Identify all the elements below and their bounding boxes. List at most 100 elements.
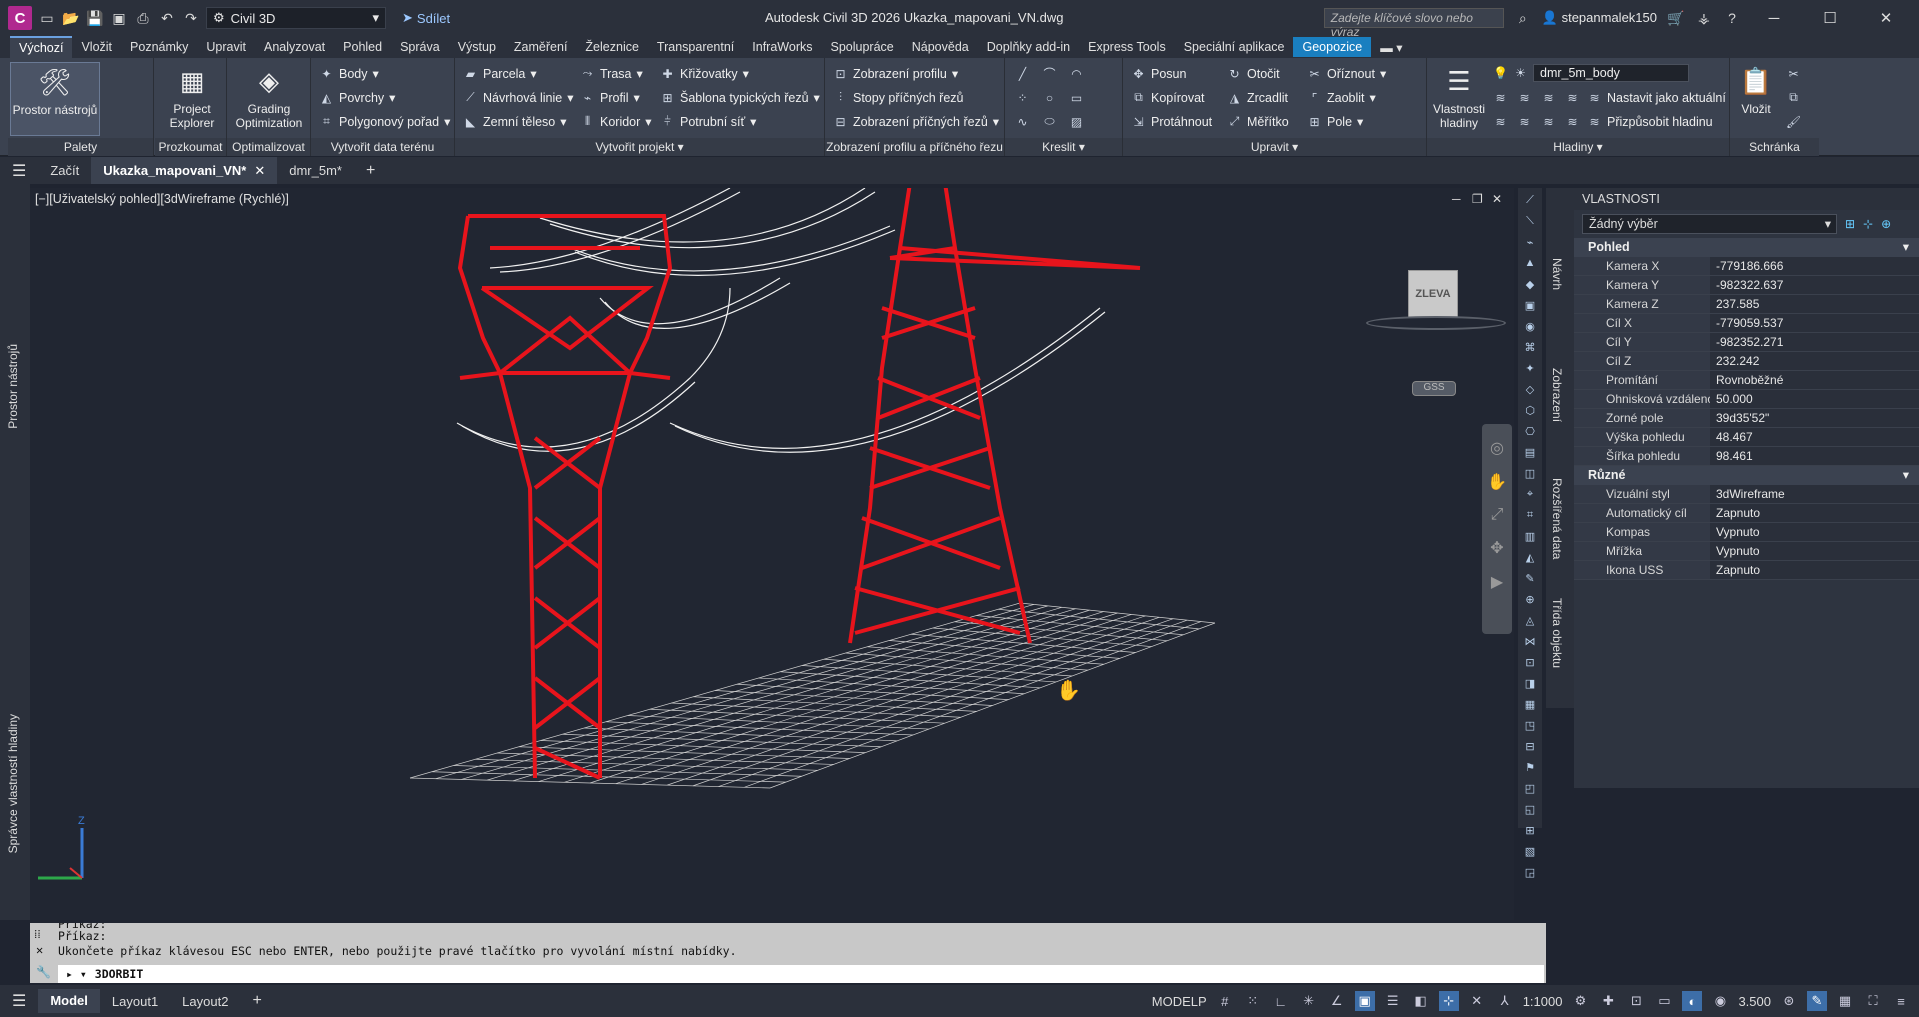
arc-icon[interactable]: ◠ <box>1069 66 1084 81</box>
tab-15[interactable]: Express Tools <box>1079 37 1175 57</box>
property-row[interactable]: Cíl Y -982352.271 <box>1574 333 1919 352</box>
property-row[interactable]: Kamera Y -982322.637 <box>1574 276 1919 295</box>
tab-16[interactable]: Speciální aplikace <box>1175 37 1294 57</box>
model-space-toggle[interactable]: MODELP <box>1152 994 1207 1009</box>
section-1[interactable]: Různé ▾ <box>1574 466 1919 485</box>
steering-wheel-icon[interactable]: ◎ <box>1482 438 1512 458</box>
zaoblit-button[interactable]: ⌜ Zaoblit ▾ <box>1307 90 1376 106</box>
prostor-nastroju-tab[interactable]: Prostor nástrojů <box>6 344 20 429</box>
ribbon-options-icon[interactable]: ▬ ▾ <box>1371 37 1411 58</box>
trasa-button[interactable]: ⤳ Trasa ▾ <box>580 66 643 81</box>
vlozit-button[interactable]: 📋 Vložit <box>1734 62 1778 116</box>
potrubni-sit-button[interactable]: ⫩ Potrubní síť ▾ <box>660 114 756 129</box>
chevron-down-icon[interactable]: ▾ <box>1903 238 1909 257</box>
property-row[interactable]: Výška pohledu 48.467 <box>1574 428 1919 447</box>
property-value[interactable]: 39d35'52" <box>1710 409 1919 427</box>
toolspace-tool-icon[interactable]: ⊡ <box>1521 653 1539 671</box>
toolspace-tool-icon[interactable]: ▧ <box>1521 842 1539 860</box>
body-button[interactable]: ✦ Body ▾ <box>319 66 378 82</box>
property-row[interactable]: Promítání Rovnoběžné <box>1574 371 1919 390</box>
command-input[interactable]: ▸ ▾ 3DORBIT <box>58 965 1544 983</box>
viewcube-ring[interactable] <box>1366 316 1506 330</box>
property-row[interactable]: Vizuální styl 3dWireframe <box>1574 485 1919 504</box>
selection-cycling-icon[interactable]: ⊹ <box>1438 991 1459 1011</box>
property-row[interactable]: Cíl X -779059.537 <box>1574 314 1919 333</box>
toolspace-tool-icon[interactable]: ◉ <box>1521 317 1539 335</box>
tab-layout1[interactable]: Layout1 <box>100 994 170 1009</box>
toolspace-tool-icon[interactable]: ✦ <box>1521 359 1539 377</box>
property-value[interactable]: -779059.537 <box>1710 314 1919 332</box>
cmd-customize-icon[interactable]: 🔧 <box>36 965 51 979</box>
layer-tool-icon[interactable]: ≋ <box>1565 114 1580 129</box>
search-icon[interactable]: ⌕ <box>1514 9 1532 27</box>
layer-tool-icon[interactable]: ≋ <box>1565 90 1580 105</box>
property-value[interactable]: 50.000 <box>1710 390 1919 408</box>
property-value[interactable]: Vypnuto <box>1710 542 1919 560</box>
isodraft-icon[interactable]: ∠ <box>1327 991 1347 1011</box>
cmd-close-icon[interactable]: ✕ <box>36 943 43 957</box>
ellipse-icon[interactable]: ⬭ <box>1042 114 1057 129</box>
snap-icon[interactable]: ⁙ <box>1243 991 1263 1011</box>
tab-trida-objektu[interactable]: Třída objektu <box>1550 598 1564 668</box>
pan-icon[interactable]: ✋ <box>1482 472 1512 492</box>
layer-tool-icon[interactable]: ≋ <box>1493 90 1508 105</box>
app-menu-button[interactable]: C <box>8 6 32 30</box>
povrchy-button[interactable]: ◭ Povrchy ▾ <box>319 90 396 106</box>
search-input[interactable]: Zadejte klíčové slovo nebo výraz <box>1323 8 1504 39</box>
property-row[interactable]: Šířka pohledu 98.461 <box>1574 447 1919 466</box>
layer-tool-icon[interactable]: ≋ <box>1541 114 1556 129</box>
kopirovat-button[interactable]: ⧉ Kopírovat <box>1131 90 1204 105</box>
property-row[interactable]: Kompas Vypnuto <box>1574 523 1919 542</box>
tab-0[interactable]: Výchozí <box>10 36 73 58</box>
polyline-icon[interactable]: ⌒ <box>1042 66 1057 81</box>
isolate-icon[interactable]: ◐ <box>1682 991 1703 1011</box>
krizovatky-button[interactable]: ✚ Křižovatky ▾ <box>660 66 748 82</box>
navigation-bar[interactable]: ◎ ✋ ⤢ ✥ ▶ <box>1482 424 1512 634</box>
layer-tool-icon[interactable]: ≋ <box>1517 90 1532 105</box>
section-0[interactable]: Pohled ▾ <box>1574 238 1919 257</box>
toolspace-tool-icon[interactable]: ◱ <box>1521 800 1539 818</box>
toolspace-tool-icon[interactable]: ⌘ <box>1521 338 1539 356</box>
parcela-button[interactable]: ▰ Parcela ▾ <box>463 66 537 82</box>
tab-1[interactable]: Vložit <box>72 37 121 57</box>
tab-3[interactable]: Upravit <box>197 37 255 57</box>
customize-icon[interactable]: ≡ <box>1891 991 1911 1011</box>
tab-12[interactable]: Spolupráce <box>821 37 902 57</box>
meritko-button[interactable]: ⤢ Měřítko <box>1227 114 1289 129</box>
toolspace-tool-icon[interactable]: ◳ <box>1521 716 1539 734</box>
redo-icon[interactable]: ↷ <box>182 9 200 27</box>
tab-11[interactable]: InfraWorks <box>743 37 821 57</box>
toolspace-tool-icon[interactable]: ◇ <box>1521 380 1539 398</box>
pole-button[interactable]: ⊞ Pole ▾ <box>1307 114 1363 130</box>
osnap-icon[interactable]: ▣ <box>1354 991 1375 1011</box>
quick-select-icon[interactable]: ⊞ <box>1845 217 1855 231</box>
property-row[interactable]: Ikona USS Zapnuto <box>1574 561 1919 580</box>
grading-optimization-button[interactable]: ◈ Grading Optimization <box>231 62 307 130</box>
property-value[interactable]: 3dWireframe <box>1710 485 1919 503</box>
toolspace-tool-icon[interactable]: ▣ <box>1521 296 1539 314</box>
navrhova-linie-button[interactable]: ⟋ Návrhová linie ▾ <box>463 90 573 105</box>
add-layout-button[interactable]: + <box>240 992 273 1010</box>
viewcube[interactable]: ZLEVA <box>1408 270 1458 318</box>
layer-tool-icon[interactable]: ≋ <box>1517 114 1532 129</box>
toolspace-tool-icon[interactable]: ⬡ <box>1521 401 1539 419</box>
tab-14[interactable]: Doplňky add-in <box>978 37 1079 57</box>
nastavit-aktualni-button[interactable]: ≋ Nastavit jako aktuální <box>1587 90 1725 105</box>
tab-4[interactable]: Analyzovat <box>255 37 334 57</box>
toolspace-tool-icon[interactable]: ◫ <box>1521 464 1539 482</box>
layer-tool-icon[interactable]: ≋ <box>1493 114 1508 129</box>
toolspace-tool-icon[interactable]: ⌗ <box>1521 506 1539 524</box>
annotation-scale[interactable]: 1:1000 <box>1523 994 1563 1009</box>
toolspace-tool-icon[interactable]: ⋈ <box>1521 632 1539 650</box>
match-prop-button[interactable]: 🖌 <box>1786 114 1801 129</box>
tab-dmr[interactable]: dmr_5m* <box>277 157 354 184</box>
lineweight-icon[interactable]: ☰ <box>1383 991 1403 1011</box>
toolspace-tool-icon[interactable]: ⊟ <box>1521 737 1539 755</box>
spline-icon[interactable]: ∿ <box>1015 114 1030 129</box>
toolspace-tool-icon[interactable]: ◬ <box>1521 611 1539 629</box>
toolspace-tool-icon[interactable]: ⊕ <box>1521 590 1539 608</box>
polar-icon[interactable]: ✳ <box>1299 991 1319 1011</box>
property-row[interactable]: Ohnisková vzdálenost...50.000 <box>1574 390 1919 409</box>
zoom-icon[interactable]: ⤢ <box>1482 506 1512 524</box>
tab-layout2[interactable]: Layout2 <box>170 994 240 1009</box>
